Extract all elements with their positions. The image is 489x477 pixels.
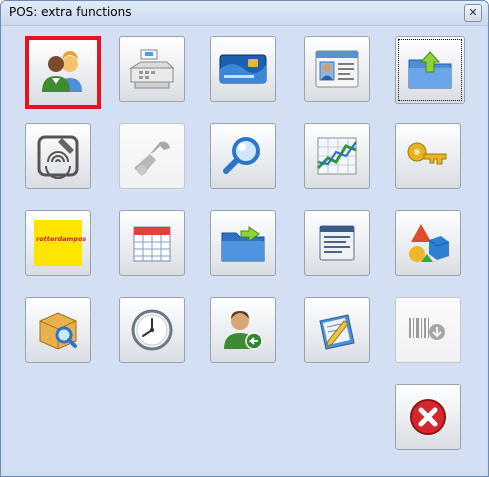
users-button[interactable]: [25, 36, 101, 109]
cash-register-icon: [129, 49, 175, 89]
contact-card-button[interactable]: [304, 36, 370, 102]
magnifier-icon: [223, 137, 260, 174]
wrench-button[interactable]: [119, 123, 185, 189]
folder-upload-button[interactable]: [395, 36, 465, 104]
cancel-button[interactable]: [395, 384, 461, 450]
magnifier-button[interactable]: [210, 123, 276, 189]
title-bar: POS: extra functions ✕: [1, 1, 488, 26]
key-button[interactable]: [395, 123, 461, 189]
fingerprint-button[interactable]: [25, 123, 91, 189]
user-logout-button[interactable]: [210, 297, 276, 363]
clock-button[interactable]: [119, 297, 185, 363]
contact-card-icon: [315, 50, 359, 88]
folder-upload-icon: [408, 51, 452, 89]
search-box-icon: [39, 312, 77, 350]
folder-export-icon: [221, 226, 265, 262]
function-grid: rotterdampos: [3, 26, 486, 474]
rotterdampos-logo-text: rotterdampos: [36, 235, 87, 243]
edit-notes-icon: [319, 314, 355, 350]
rotterdampos-logo-icon: [34, 220, 82, 266]
wrench-icon: [134, 141, 170, 176]
clock-icon: [131, 309, 173, 351]
folder-export-button[interactable]: [210, 210, 276, 276]
rotterdampos-button[interactable]: rotterdampos: [25, 210, 91, 276]
document-list-icon: [319, 225, 355, 261]
cash-register-button[interactable]: [119, 36, 185, 102]
user-logout-icon: [224, 311, 263, 350]
search-box-button[interactable]: [25, 297, 91, 363]
cancel-icon: [410, 399, 446, 435]
document-list-button[interactable]: [304, 210, 370, 276]
key-icon: [407, 142, 447, 165]
barcode-download-button[interactable]: [395, 297, 461, 363]
users-icon: [42, 50, 82, 92]
fingerprint-icon: [37, 135, 79, 179]
edit-notes-button[interactable]: [304, 297, 370, 363]
line-chart-icon: [316, 137, 357, 175]
calendar-button[interactable]: [119, 210, 185, 276]
window-close-button[interactable]: ✕: [464, 4, 482, 22]
pos-extra-functions-window: POS: extra functions ✕ rotterdampos: [0, 0, 489, 477]
calendar-icon: [133, 226, 171, 262]
line-chart-button[interactable]: [304, 123, 370, 189]
shapes-icon: [409, 224, 450, 262]
window-title: POS: extra functions: [9, 5, 132, 19]
barcode-download-icon: [409, 318, 445, 340]
payment-card-button[interactable]: [210, 36, 276, 102]
shapes-button[interactable]: [395, 210, 461, 276]
payment-card-icon: [219, 54, 267, 84]
